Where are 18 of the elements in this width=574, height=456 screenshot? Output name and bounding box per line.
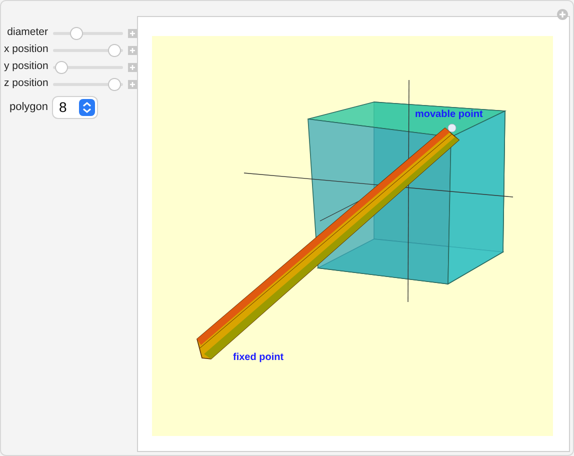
- slider-thumb[interactable]: [70, 28, 82, 38]
- plus-icon[interactable]: [128, 28, 137, 38]
- point-label: fixed point: [233, 351, 284, 365]
- point-marker-icon: [448, 124, 456, 132]
- slider-thumb[interactable]: [109, 44, 120, 56]
- plus-icon[interactable]: [128, 80, 137, 88]
- slider-thumb[interactable]: [109, 78, 120, 90]
- slider-label: z position: [4, 76, 48, 92]
- polygon-select[interactable]: 8: [53, 97, 97, 118]
- point-label: movable point: [415, 108, 483, 122]
- slider-label: x position: [4, 42, 48, 58]
- plus-icon[interactable]: [128, 46, 137, 54]
- slider-thumb[interactable]: [56, 62, 67, 72]
- polygon-label: polygon: [8, 100, 48, 116]
- slider-label: y position: [4, 59, 48, 74]
- plus-icon[interactable]: [128, 62, 137, 72]
- stepper-icon: [79, 99, 95, 116]
- slider-label: diameter: [6, 25, 48, 40]
